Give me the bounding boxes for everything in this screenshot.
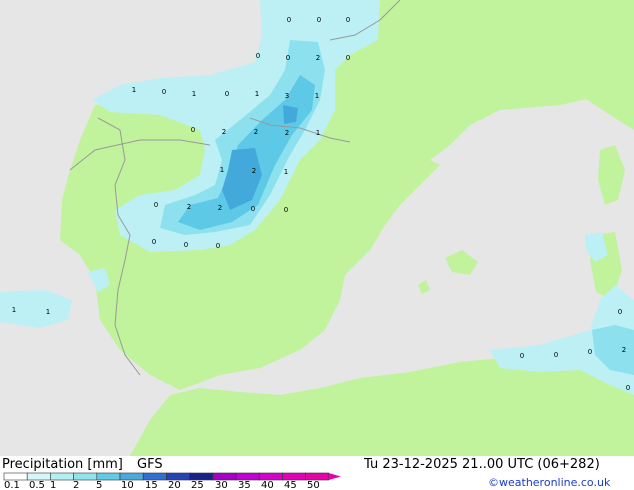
grid-value: 0 — [184, 241, 188, 249]
grid-value: 1 — [284, 168, 288, 176]
grid-value: 0 — [626, 384, 630, 392]
grid-value: 2 — [252, 167, 256, 175]
grid-value: 2 — [622, 346, 626, 354]
grid-value: 1 — [315, 92, 319, 100]
grid-value: 0 — [346, 16, 350, 24]
color-scale-ticks: 0.1 0.5 1 2 5 10 15 20 25 30 35 40 45 50 — [4, 480, 320, 490]
color-scale-tick: 30 — [215, 480, 228, 490]
color-scale-tick: 2 — [73, 480, 79, 490]
grid-value: 0 — [520, 352, 524, 360]
grid-value: 0 — [191, 126, 195, 134]
color-scale-swatch — [119, 472, 144, 481]
grid-value: 0 — [225, 90, 229, 98]
color-scale-tick: 10 — [121, 480, 134, 490]
color-scale-tick: 0.5 — [29, 480, 45, 490]
color-scale-tick: 1 — [50, 480, 56, 490]
grid-value: 3 — [285, 92, 289, 100]
grid-value: 0 — [287, 16, 291, 24]
grid-value: 0 — [251, 205, 255, 213]
grid-value: 2 — [316, 54, 320, 62]
color-scale-swatch — [212, 472, 237, 481]
grid-value: 1 — [132, 86, 136, 94]
grid-value: 0 — [152, 238, 156, 246]
grid-value: 0 — [154, 201, 158, 209]
grid-value: 0 — [284, 206, 288, 214]
color-scale-swatch — [166, 472, 190, 481]
color-scale-swatch — [305, 472, 330, 481]
grid-value: 0 — [346, 54, 350, 62]
title: Precipitation [mm] — [2, 457, 123, 472]
grid-value: 2 — [218, 204, 222, 212]
color-scale-tick: 50 — [307, 480, 320, 490]
color-scale-swatch — [50, 472, 74, 481]
color-scale-tick: 35 — [238, 480, 251, 490]
grid-value: 0 — [286, 54, 290, 62]
valid-time: Tu 23-12-2025 21..00 UTC (06+282) — [363, 457, 600, 472]
model-name: GFS — [137, 457, 163, 472]
legend-panel: Precipitation [mm] GFS Tu 23-12-2025 21.… — [0, 456, 634, 490]
grid-value: 0 — [317, 16, 321, 24]
color-scale-swatch — [96, 472, 121, 481]
color-scale-tick: 0.1 — [4, 480, 20, 490]
precipitation-map: 0 0 0 0 0 2 0 1 0 1 0 1 3 1 0 2 2 2 1 1 2 1 0 2 2 0 0 0 0 0 1 1 0 0 0 0 2 0 — [0, 0, 634, 456]
grid-value: 2 — [254, 128, 258, 136]
grid-value: 0 — [588, 348, 592, 356]
color-scale-tick: 45 — [284, 480, 297, 490]
credit: ©weatheronline.co.uk — [488, 476, 611, 489]
grid-value: 1 — [316, 129, 320, 137]
color-scale-swatch — [235, 472, 260, 481]
grid-value: 2 — [222, 128, 226, 136]
color-scale-swatch — [189, 472, 214, 481]
grid-value: 1 — [192, 90, 196, 98]
color-scale-swatch — [282, 472, 306, 481]
grid-value: 1 — [46, 308, 50, 316]
grid-value: 2 — [187, 203, 191, 211]
color-scale-tick: 40 — [261, 480, 274, 490]
color-scale-swatch — [3, 472, 28, 481]
grid-value: 0 — [216, 242, 220, 250]
grid-value: 1 — [220, 166, 224, 174]
grid-value: 0 — [256, 52, 260, 60]
grid-value: 0 — [554, 351, 558, 359]
color-scale-tick: 5 — [96, 480, 102, 490]
color-scale-arrow — [328, 473, 341, 480]
grid-value: 2 — [285, 129, 289, 137]
color-scale-swatch — [26, 472, 51, 481]
color-scale-swatch — [258, 472, 283, 481]
color-scale-swatch — [73, 472, 98, 481]
color-scale-tick: 25 — [191, 480, 204, 490]
color-scale-tick: 15 — [145, 480, 158, 490]
grid-value: 0 — [618, 308, 622, 316]
grid-value: 0 — [162, 88, 166, 96]
grid-value: 1 — [12, 306, 16, 314]
color-scale — [3, 472, 341, 481]
color-scale-tick: 20 — [168, 480, 181, 490]
precip-core-north — [283, 105, 298, 124]
grid-value: 1 — [255, 90, 259, 98]
color-scale-swatch — [142, 472, 167, 481]
